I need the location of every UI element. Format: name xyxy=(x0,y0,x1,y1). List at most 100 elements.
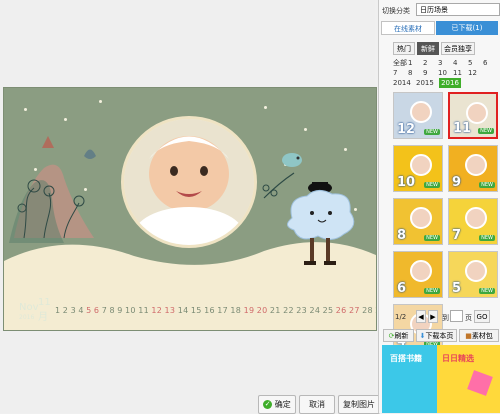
month-label: Nov 2016 xyxy=(19,302,39,322)
calendar-preview[interactable]: Nov 2016 11 月 1 2 3 4 5 6 7 8 9 10 11 12 13 14 15 16 17 1… xyxy=(3,87,377,331)
refresh-button[interactable]: ⟳刷新 xyxy=(383,329,414,342)
thumbnail-item[interactable]: 12 NEW xyxy=(393,92,443,139)
material-panel: 切换分类 日历场景 在线素材 已下载(1) 热门 新鲜 会员独享 全部1 2 3 4 5… xyxy=(378,0,500,413)
filter-option[interactable]: 2015 xyxy=(416,78,438,88)
calendar-day: 17 xyxy=(217,306,229,315)
filter-option[interactable]: 10 xyxy=(438,68,452,78)
calendar-day: 13 xyxy=(164,306,176,315)
go-button[interactable]: GO xyxy=(474,310,490,323)
filter-option[interactable]: 9 xyxy=(423,68,437,78)
thumbnail-number: 11 xyxy=(453,121,472,136)
thumbnail-number: 10 xyxy=(397,175,416,190)
filter-option[interactable]: 1 xyxy=(408,58,422,68)
filter-row: 全部1 2 3 4 5 6 xyxy=(393,58,498,68)
new-badge: NEW xyxy=(479,288,495,294)
day-row: 1 2 3 4 5 6 7 8 9 10 11 12 13 14 15 16 17 18 19 20 21 22 23 24 2… xyxy=(55,306,376,315)
calendar-day: 14 xyxy=(177,306,189,315)
category-select[interactable]: 日历场景 xyxy=(416,3,500,16)
pager-to-label: 到 xyxy=(442,314,449,322)
thumbnail-item[interactable]: 10 NEW xyxy=(393,145,443,192)
download-page-button[interactable]: ⬇下载本页 xyxy=(416,329,457,342)
calendar-day: 29 xyxy=(375,306,376,315)
tab-online[interactable]: 在线素材 xyxy=(381,21,435,35)
filter-option[interactable]: 4 xyxy=(453,58,467,68)
thumbnail-item[interactable]: 6 NEW xyxy=(393,251,443,298)
calendar-day: 15 xyxy=(190,306,202,315)
tab-downloaded[interactable]: 已下载(1) xyxy=(436,21,498,35)
thumbnail-number: 5 xyxy=(452,281,462,296)
copy-image-button[interactable]: 复制图片 xyxy=(338,395,380,414)
filter-option[interactable]: 2016 xyxy=(439,78,461,88)
ok-button[interactable]: ✓ 确定 xyxy=(258,395,296,414)
calendar-day: 11 xyxy=(138,306,149,315)
calendar-day: 7 xyxy=(101,306,108,315)
calendar-day: 19 xyxy=(243,306,255,315)
filter-row: 2014 2015 2016 xyxy=(393,78,498,88)
calendar-day: 28 xyxy=(362,306,373,315)
calendar-day: 8 xyxy=(109,306,115,315)
thumbnail-number: 7 xyxy=(452,228,462,243)
calendar-day: 4 xyxy=(78,306,84,315)
calendar-day: 27 xyxy=(348,306,360,315)
calendar-day: 26 xyxy=(335,306,347,315)
calendar-day: 3 xyxy=(70,306,76,315)
pager-page-label: 页 xyxy=(465,314,472,322)
filter-option[interactable]: 2014 xyxy=(393,78,415,88)
cancel-button[interactable]: 取消 xyxy=(299,395,335,414)
calendar-day: 6 xyxy=(93,306,100,315)
new-badge: NEW xyxy=(479,182,495,188)
calendar-day: 18 xyxy=(230,306,242,315)
filter-option[interactable]: 6 xyxy=(483,58,497,68)
filter-member[interactable]: 会员独享 xyxy=(441,42,475,55)
thumbnail-item[interactable]: 5 NEW xyxy=(448,251,498,298)
filter-hot[interactable]: 热门 xyxy=(393,42,415,55)
thumbnail-number: 6 xyxy=(397,281,407,296)
canvas-area: Nov 2016 11 月 1 2 3 4 5 6 7 8 9 10 11 12 13 14 15 16 17 1… xyxy=(0,0,380,414)
filter-new[interactable]: 新鲜 xyxy=(417,42,439,55)
prev-page-button[interactable]: ◀ xyxy=(416,310,426,323)
filter-option[interactable]: 5 xyxy=(468,58,482,68)
filter-option[interactable]: 11 xyxy=(453,68,467,78)
filter-row: 7 8 9 10 11 12 xyxy=(393,68,498,78)
new-badge: NEW xyxy=(424,235,440,241)
baby-photo xyxy=(121,116,257,248)
promo-banner[interactable]: 百搭书籍 日日精选 xyxy=(382,345,500,413)
calendar-day: 1 xyxy=(55,306,61,315)
filter-option[interactable]: 12 xyxy=(468,68,482,78)
calendar-day: 24 xyxy=(309,306,321,315)
thumbnail-photo xyxy=(410,260,432,282)
thumbnail-item[interactable]: 9 NEW xyxy=(448,145,498,192)
thumbnail-number: 8 xyxy=(397,228,407,243)
new-badge: NEW xyxy=(424,129,440,135)
thumbnail-photo xyxy=(465,207,487,229)
calendar-day: 9 xyxy=(117,306,123,315)
flora-decoration xyxy=(9,136,96,243)
filter-option[interactable]: 7 xyxy=(393,68,407,78)
calendar-day: 23 xyxy=(296,306,308,315)
filter-option[interactable]: 全部 xyxy=(393,58,407,68)
thumbnail-photo xyxy=(465,154,487,176)
thumbnail-item[interactable]: 8 NEW xyxy=(393,198,443,245)
new-badge: NEW xyxy=(479,235,495,241)
thumbnail-item[interactable]: 7 NEW xyxy=(448,198,498,245)
cloud-character xyxy=(287,182,355,265)
new-badge: NEW xyxy=(424,182,440,188)
calendar-day: 20 xyxy=(256,306,268,315)
filter-option[interactable]: 3 xyxy=(438,58,452,68)
thumbnail-item[interactable]: 11 NEW xyxy=(448,92,498,139)
calendar-day: 16 xyxy=(204,306,215,315)
check-icon: ✓ xyxy=(263,400,273,409)
filter-option[interactable]: 2 xyxy=(423,58,437,68)
material-pack-button[interactable]: ■素材包 xyxy=(459,329,499,342)
month-number: 11 月 xyxy=(38,297,51,323)
next-page-button[interactable]: ▶ xyxy=(428,310,438,323)
page-input[interactable] xyxy=(450,310,463,322)
month-filter: 全部1 2 3 4 5 6 7 8 9 10 11 12 2014 2015 2016 xyxy=(393,58,498,88)
thumbnail-photo xyxy=(410,207,432,229)
filter-option[interactable]: 8 xyxy=(408,68,422,78)
promo-text-1: 百搭书籍 xyxy=(390,354,422,363)
package-icon: ■ xyxy=(465,332,472,340)
calendar-day: 2 xyxy=(62,306,69,315)
new-badge: NEW xyxy=(424,288,440,294)
thumbnail-photo xyxy=(410,154,432,176)
